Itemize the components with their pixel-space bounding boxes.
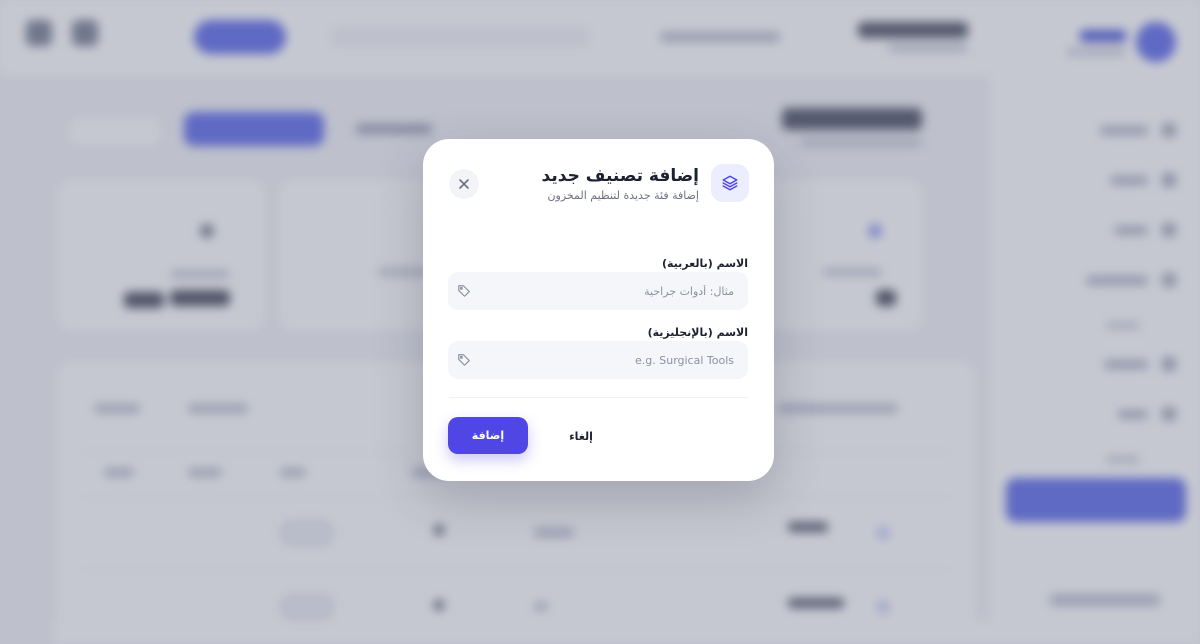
tag-icon	[458, 354, 470, 366]
tag-icon	[458, 285, 470, 297]
submit-button[interactable]: إضافة	[448, 417, 528, 454]
arabic-name-input[interactable]	[478, 272, 748, 310]
arabic-name-field[interactable]	[448, 272, 748, 310]
english-name-input[interactable]	[478, 341, 748, 379]
layers-icon	[711, 164, 749, 202]
add-category-modal: إضافة تصنيف جديد إضافة فئة جديدة لتنظيم …	[423, 139, 774, 481]
cancel-button[interactable]: إلغاء	[541, 425, 621, 447]
arabic-name-label: الاسم (بالعربية)	[661, 257, 748, 270]
modal-footer-divider	[449, 397, 748, 398]
modal-subtitle: إضافة فئة جديدة لتنظيم المخزون	[547, 189, 699, 202]
english-name-label: الاسم (بالإنجليزية)	[647, 326, 748, 339]
close-button[interactable]	[449, 169, 479, 199]
english-name-field[interactable]	[448, 341, 748, 379]
close-icon	[459, 179, 469, 189]
modal-title: إضافة تصنيف جديد	[541, 166, 699, 186]
